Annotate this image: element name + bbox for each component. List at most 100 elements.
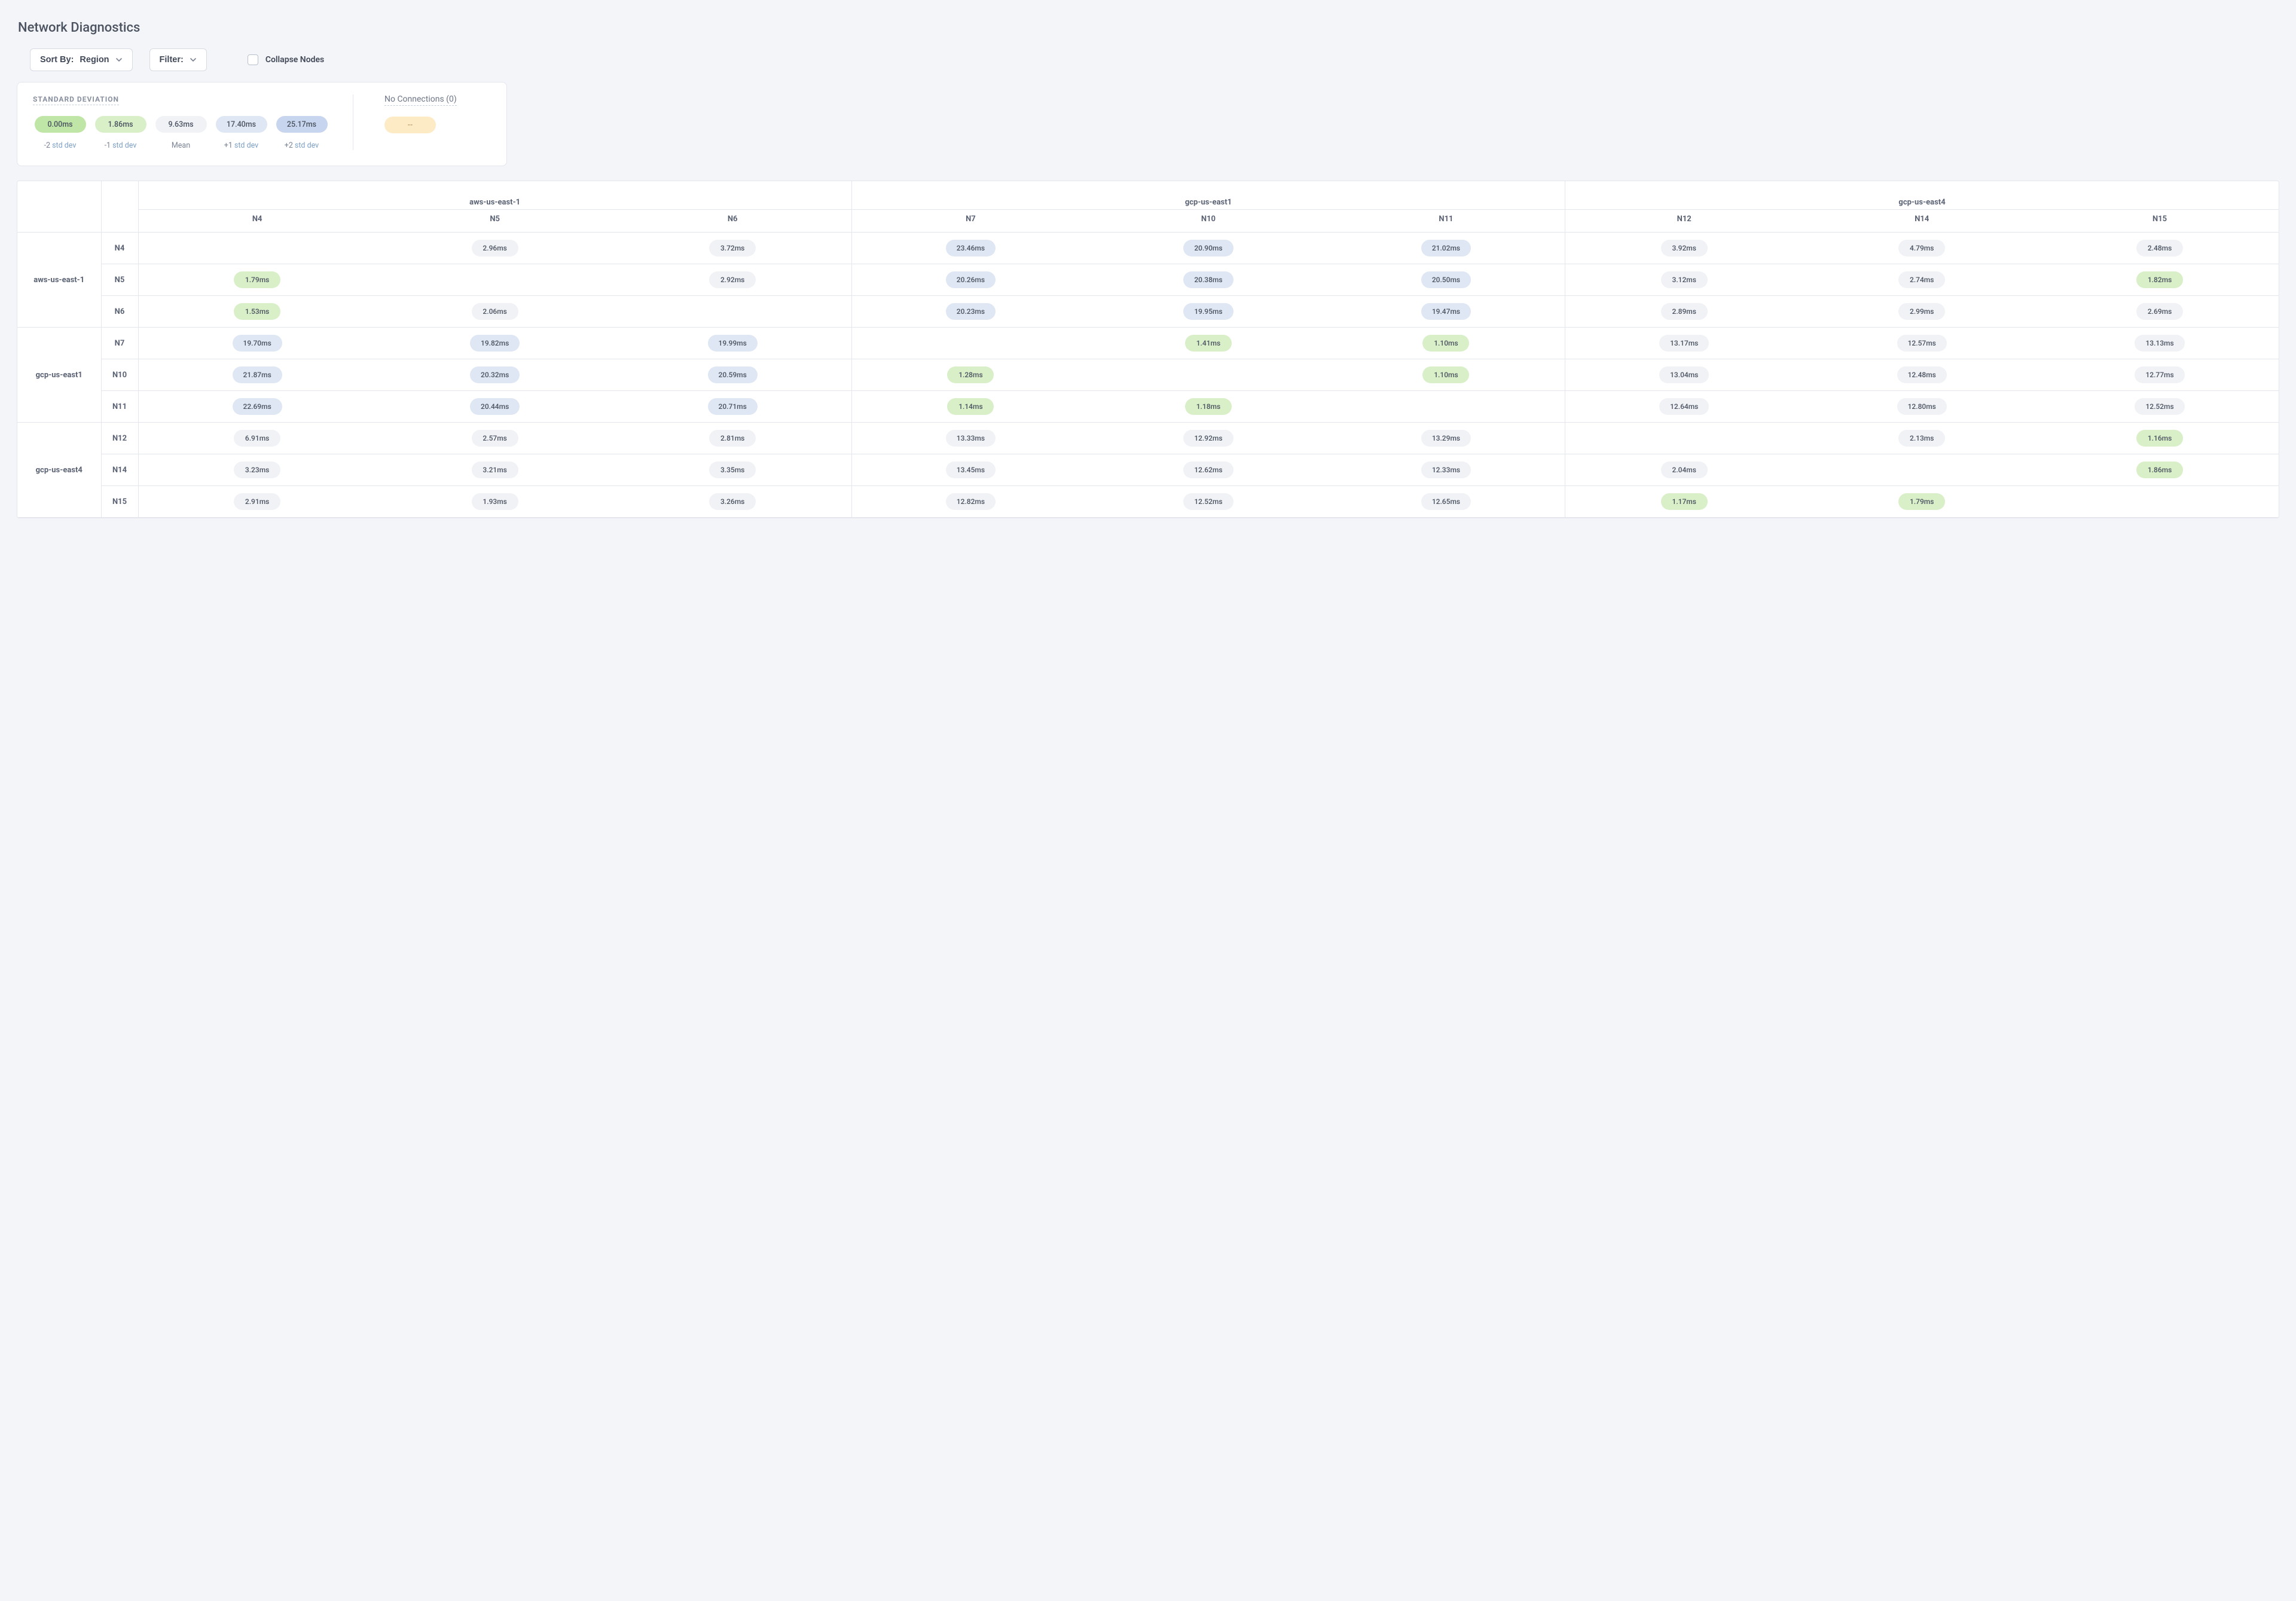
latency-cell [376, 264, 614, 296]
stddev-caption: -2 std dev [33, 141, 87, 150]
latency-pill: 21.87ms [233, 366, 282, 383]
latency-pill: 1.16ms [2136, 430, 2183, 447]
stddev-pill: 0.00ms [35, 116, 86, 133]
latency-pill: 12.92ms [1183, 430, 1233, 447]
latency-pill: 23.46ms [946, 240, 996, 256]
latency-cell: 12.33ms [1327, 454, 1565, 486]
row-node-header: N11 [101, 391, 138, 423]
latency-cell: 21.02ms [1327, 233, 1565, 264]
latency-pill: 3.26ms [709, 493, 756, 510]
latency-cell: 3.92ms [1565, 233, 1803, 264]
latency-cell: 13.17ms [1565, 328, 1803, 359]
latency-cell: 1.82ms [2041, 264, 2279, 296]
latency-pill: 2.91ms [234, 493, 280, 510]
latency-cell: 2.06ms [376, 296, 614, 328]
latency-pill: 2.48ms [2136, 240, 2183, 256]
latency-pill: 1.10ms [1422, 366, 1469, 383]
latency-cell: 1.17ms [1565, 486, 1803, 518]
latency-pill: 19.47ms [1421, 303, 1471, 320]
latency-cell: 13.13ms [2041, 328, 2279, 359]
column-node-header: N6 [614, 210, 852, 233]
latency-pill: 4.79ms [1898, 240, 1945, 256]
latency-cell: 12.52ms [2041, 391, 2279, 423]
latency-cell: 19.82ms [376, 328, 614, 359]
latency-cell: 6.91ms [138, 423, 376, 454]
stddev-level: 0.00ms -2 std dev [33, 116, 87, 150]
latency-cell: 12.77ms [2041, 359, 2279, 391]
latency-pill: 20.23ms [946, 303, 996, 320]
latency-cell: 2.04ms [1565, 454, 1803, 486]
latency-pill: 2.06ms [472, 303, 518, 320]
latency-pill: 20.32ms [470, 366, 520, 383]
latency-cell: 19.99ms [614, 328, 852, 359]
latency-cell: 12.62ms [1089, 454, 1327, 486]
latency-pill: 1.41ms [1185, 335, 1232, 352]
column-node-header: N12 [1565, 210, 1803, 233]
no-connections-pill: -- [384, 117, 436, 133]
filter-label: Filter: [160, 55, 184, 65]
stddev-level: 25.17ms+2 std dev [274, 116, 329, 150]
latency-pill: 19.70ms [233, 335, 282, 352]
stddev-caption: Mean [154, 141, 208, 150]
latency-pill: 1.14ms [947, 398, 994, 415]
latency-cell: 12.52ms [1089, 486, 1327, 518]
latency-pill: 20.26ms [946, 271, 996, 288]
latency-cell: 12.57ms [1803, 328, 2041, 359]
row-region-header: gcp-us-east1 [17, 328, 101, 423]
row-node-header: N10 [101, 359, 138, 391]
latency-cell [614, 296, 852, 328]
latency-cell: 2.99ms [1803, 296, 2041, 328]
latency-pill: 6.91ms [234, 430, 280, 447]
latency-pill: 2.69ms [2136, 303, 2183, 320]
latency-pill: 1.17ms [1661, 493, 1708, 510]
column-node-header: N15 [2041, 210, 2279, 233]
latency-cell: 3.72ms [614, 233, 852, 264]
latency-pill: 13.04ms [1659, 366, 1709, 383]
latency-cell: 2.92ms [614, 264, 852, 296]
latency-cell: 1.53ms [138, 296, 376, 328]
latency-pill: 20.90ms [1183, 240, 1233, 256]
latency-cell: 2.74ms [1803, 264, 2041, 296]
latency-pill: 1.10ms [1422, 335, 1469, 352]
stddev-caption: +2 std dev [274, 141, 329, 150]
collapse-nodes-checkbox[interactable]: Collapse Nodes [248, 54, 324, 65]
column-node-header: N11 [1327, 210, 1565, 233]
latency-cell [1565, 423, 1803, 454]
latency-cell [851, 328, 1089, 359]
latency-pill: 12.80ms [1897, 398, 1947, 415]
latency-cell [2041, 486, 2279, 518]
latency-cell: 20.23ms [851, 296, 1089, 328]
column-region-header: aws-us-east-1 [138, 181, 851, 210]
latency-cell: 2.81ms [614, 423, 852, 454]
latency-cell: 1.18ms [1089, 391, 1327, 423]
latency-pill: 21.02ms [1421, 240, 1471, 256]
latency-pill: 2.89ms [1661, 303, 1708, 320]
latency-pill: 3.21ms [472, 462, 518, 478]
latency-cell: 19.47ms [1327, 296, 1565, 328]
latency-cell: 3.12ms [1565, 264, 1803, 296]
stddev-level: 9.63msMean [154, 116, 208, 150]
filter-select[interactable]: Filter: [149, 48, 207, 71]
latency-matrix: aws-us-east-1gcp-us-east1gcp-us-east4 N4… [17, 181, 2279, 518]
latency-pill: 3.92ms [1661, 240, 1708, 256]
latency-cell: 23.46ms [851, 233, 1089, 264]
column-region-header: gcp-us-east1 [851, 181, 1565, 210]
sort-by-select[interactable]: Sort By: Region [30, 48, 133, 71]
latency-pill: 1.86ms [2136, 462, 2183, 478]
row-node-header: N6 [101, 296, 138, 328]
latency-pill: 1.53ms [234, 303, 280, 320]
latency-pill: 1.28ms [947, 366, 994, 383]
stddev-pill: 17.40ms [216, 116, 267, 133]
latency-pill: 3.23ms [234, 462, 280, 478]
latency-pill: 2.74ms [1898, 271, 1945, 288]
latency-cell [138, 233, 376, 264]
latency-cell: 20.50ms [1327, 264, 1565, 296]
latency-cell: 1.14ms [851, 391, 1089, 423]
row-region-header: aws-us-east-1 [17, 233, 101, 328]
stddev-heading: STANDARD DEVIATION [33, 95, 119, 105]
latency-pill: 2.92ms [709, 271, 756, 288]
latency-pill: 13.13ms [2135, 335, 2184, 352]
latency-cell: 19.95ms [1089, 296, 1327, 328]
latency-cell: 12.92ms [1089, 423, 1327, 454]
latency-pill: 12.48ms [1897, 366, 1947, 383]
